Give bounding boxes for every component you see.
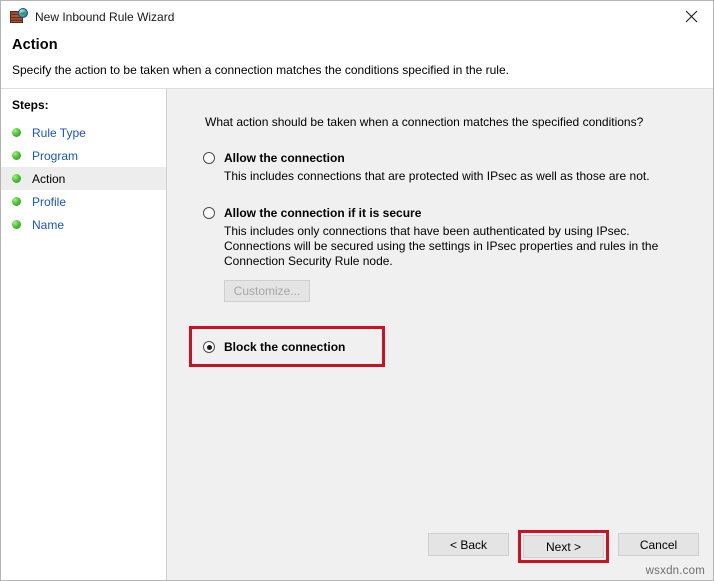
title-bar: New Inbound Rule Wizard [1, 1, 713, 32]
step-bullet-icon [12, 128, 21, 137]
step-bullet-icon [12, 151, 21, 160]
sidebar-item-label: Program [32, 148, 79, 163]
steps-sidebar: Steps: Rule Type Program Action Profile … [1, 89, 167, 580]
sidebar-item-action[interactable]: Action [1, 167, 166, 190]
back-button[interactable]: < Back [428, 533, 509, 556]
next-button-highlight-box: Next > [518, 530, 609, 563]
option-allow-connection[interactable]: Allow the connection This includes conne… [203, 151, 713, 184]
step-bullet-icon [12, 174, 21, 183]
option-allow-if-secure[interactable]: Allow the connection if it is secure Thi… [203, 206, 713, 302]
watermark: wsxdn.com [645, 565, 705, 577]
cancel-button[interactable]: Cancel [618, 533, 699, 556]
action-options-group: Allow the connection This includes conne… [167, 151, 713, 508]
sidebar-item-label: Name [32, 217, 65, 232]
sidebar-item-program[interactable]: Program [1, 144, 166, 167]
radio-allow-connection[interactable] [203, 152, 215, 164]
customize-button: Customize... [224, 280, 310, 302]
block-connection-highlight-box: Block the connection [189, 326, 385, 367]
steps-heading: Steps: [12, 98, 49, 112]
step-bullet-icon [12, 220, 21, 229]
radio-allow-if-secure[interactable] [203, 207, 215, 219]
option-title: Allow the connection if it is secure [224, 206, 422, 220]
next-button[interactable]: Next > [523, 535, 604, 558]
wizard-footer: < Back Next > Cancel wsxdn.com [167, 508, 713, 580]
option-title: Allow the connection [224, 151, 345, 165]
sidebar-item-label: Rule Type [32, 125, 86, 140]
body-area: Steps: Rule Type Program Action Profile … [1, 89, 713, 580]
radio-block-connection[interactable] [203, 341, 215, 353]
main-content: What action should be taken when a conne… [167, 89, 713, 580]
page-title: Action [12, 37, 58, 53]
step-bullet-icon [12, 197, 21, 206]
option-block-connection[interactable]: Block the connection [203, 340, 345, 354]
close-icon[interactable] [669, 1, 713, 32]
sidebar-item-profile[interactable]: Profile [1, 190, 166, 213]
page-subtitle: Specify the action to be taken when a co… [12, 63, 509, 77]
option-title: Block the connection [224, 339, 346, 354]
page-header: Action Specify the action to be taken wh… [1, 32, 713, 89]
sidebar-item-name[interactable]: Name [1, 213, 166, 236]
option-description: This includes connections that are prote… [224, 169, 650, 183]
sidebar-item-label: Profile [32, 194, 67, 209]
wizard-window: New Inbound Rule Wizard Action Specify t… [0, 0, 714, 581]
firewall-globe-icon [10, 8, 28, 25]
action-question: What action should be taken when a conne… [205, 115, 644, 129]
window-title: New Inbound Rule Wizard [35, 9, 175, 24]
option-description: This includes only connections that have… [224, 224, 659, 268]
sidebar-item-label: Action [32, 171, 66, 186]
sidebar-item-rule-type[interactable]: Rule Type [1, 121, 166, 144]
